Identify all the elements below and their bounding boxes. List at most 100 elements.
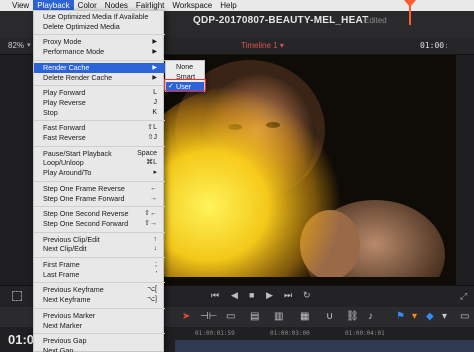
menu-item-label: Render Cache: [43, 62, 90, 72]
replace-clip-icon[interactable]: ▦: [300, 311, 309, 322]
menu-shortcut: →: [150, 194, 157, 202]
menu-item-render-cache[interactable]: Render Cache ▶: [34, 62, 165, 73]
menu-item-performance-mode[interactable]: Performance Mode ▶: [34, 47, 165, 57]
snap-icon[interactable]: ∪: [326, 311, 333, 322]
menu-item-pause-start-playback[interactable]: Pause/Start Playback Space: [34, 149, 165, 159]
menu-item-delete-optimized-media[interactable]: Delete Optimized Media: [34, 22, 165, 32]
overwrite-clip-icon[interactable]: ▥: [274, 311, 283, 322]
menu-item-label: Performance Mode: [43, 47, 105, 57]
flag-color-icon[interactable]: ▾: [412, 311, 417, 322]
right-panel: [456, 55, 474, 285]
menu-item-label: Next Clip/Edit: [43, 244, 87, 254]
fullscreen-icon[interactable]: ⤢: [460, 291, 467, 302]
menu-shortcut: ⇧←: [144, 210, 157, 218]
menu-shortcut: ⇧L: [147, 124, 157, 132]
timeline-track-area[interactable]: [175, 340, 474, 352]
menu-item-play-around-to[interactable]: Play Around/To ▸: [34, 168, 165, 178]
menu-item-fast-forward[interactable]: Fast Forward ⇧L: [34, 123, 165, 133]
menu-item-label: Step One Frame Forward: [43, 193, 125, 203]
menu-item-next-clip-edit[interactable]: Next Clip/Edit ↓: [34, 244, 165, 254]
menu-item-next-gap[interactable]: Next Gap: [34, 346, 165, 352]
zoom-level[interactable]: 82%: [8, 41, 24, 50]
render-cache-option-none[interactable]: None: [166, 62, 204, 72]
submenu-arrow-icon: ▶: [152, 64, 157, 71]
menu-item-previous-marker[interactable]: Previous Marker: [34, 311, 165, 321]
menu-separator: [34, 257, 165, 258]
menu-item-label: Previous Keyframe: [43, 285, 104, 295]
zoom-timeline-icon[interactable]: ▭: [460, 311, 469, 322]
menu-item-previous-gap[interactable]: Previous Gap: [34, 336, 165, 346]
menu-shortcut: ←: [150, 184, 157, 192]
chevron-down-icon[interactable]: ▾: [27, 41, 31, 49]
menu-shortcut: ⌥[: [146, 286, 157, 294]
menu-item-label: Fast Forward: [43, 123, 86, 133]
trim-icon[interactable]: ⊣⊢: [200, 311, 217, 322]
menu-shortcut: ': [155, 270, 157, 278]
link-icon[interactable]: ⛓: [346, 311, 359, 322]
marker-color-icon[interactable]: ▾: [442, 311, 447, 322]
apple-menu-icon[interactable]: [0, 0, 8, 11]
menubar-item-view[interactable]: View: [8, 0, 33, 11]
menu-separator: [34, 59, 165, 61]
flag-icon[interactable]: ⚑: [396, 311, 405, 322]
menu-shortcut: ▸: [153, 169, 157, 177]
first-frame-icon[interactable]: ⏮: [211, 290, 219, 301]
reverse-icon[interactable]: ◀: [231, 290, 238, 301]
menu-item-label: Use Optimized Media If Available: [43, 12, 149, 21]
menu-item-label: Next Marker: [43, 320, 83, 330]
menu-item-stop[interactable]: Stop K: [34, 108, 165, 118]
chevron-down-icon[interactable]: ▾: [280, 41, 284, 50]
menu-item-previous-keyframe[interactable]: Previous Keyframe ⌥[: [34, 285, 165, 295]
menu-separator: [34, 231, 165, 233]
loop-icon[interactable]: ↻: [303, 290, 311, 301]
dynamic-trim-icon[interactable]: ▭: [226, 311, 235, 322]
menu-item-play-forward[interactable]: Play Forward L: [34, 88, 165, 98]
audio-level-icon[interactable]: ♪: [368, 311, 373, 322]
submenu-arrow-icon: ▶: [152, 39, 157, 46]
playback-menu: Use Optimized Media If Available Delete O…: [33, 10, 165, 352]
menu-item-proxy-mode[interactable]: Proxy Mode ▶: [34, 37, 165, 47]
menu-item-last-frame[interactable]: Last Frame ': [34, 270, 165, 280]
menu-item-next-keyframe[interactable]: Next Keyframe ⌥]: [34, 295, 165, 305]
menu-item-loop-unloop[interactable]: Loop/Unloop ⌘L: [34, 158, 165, 168]
play-icon[interactable]: ▶: [266, 290, 273, 301]
menubar-item-help[interactable]: Help: [216, 0, 240, 11]
menu-item-label: Play Reverse: [43, 97, 86, 107]
menu-item-first-frame[interactable]: First Frame;: [34, 260, 165, 270]
menu-item-step-one-second-reverse[interactable]: Step One Second Reverse ⇧←: [34, 209, 165, 219]
menu-item-label: Step One Second Reverse: [43, 209, 129, 219]
render-cache-option-label: None: [176, 62, 194, 71]
menu-item-fast-reverse[interactable]: Fast Reverse ⇧J: [34, 133, 165, 143]
menu-item-label: Fast Reverse: [43, 133, 86, 142]
menu-item-previous-clip-edit[interactable]: Previous Clip/Edit ↑: [34, 235, 165, 245]
timeline-marker-icon[interactable]: [12, 291, 22, 301]
menu-item-label: Play Forward: [43, 88, 86, 98]
menu-separator: [34, 282, 165, 284]
selection-icon[interactable]: ➤: [182, 311, 190, 322]
menu-item-step-one-frame-reverse[interactable]: Step One Frame Reverse ←: [34, 184, 165, 194]
menu-item-step-one-frame-forward[interactable]: Step One Frame Forward →: [34, 194, 165, 204]
next-frame-icon[interactable]: ⏭: [284, 290, 292, 301]
ruler-timecode: 01:00:01:59: [195, 330, 235, 337]
menu-separator: [34, 206, 165, 208]
menu-item-label: Delete Render Cache: [43, 72, 113, 82]
menu-shortcut: ⇧→: [144, 219, 157, 227]
menu-item-step-one-second-forward[interactable]: Step One Second Forward ⇧→: [34, 219, 165, 229]
timeline-name[interactable]: Timeline 1 ▾: [241, 41, 284, 50]
ruler-timecode: 01:00:04:01: [345, 330, 385, 337]
menu-item-delete-render-cache[interactable]: Delete Render Cache ▶: [34, 73, 165, 83]
menu-item-use-optimized-media-if-available[interactable]: Use Optimized Media If Available: [34, 12, 165, 22]
menu-item-next-marker[interactable]: Next Marker: [34, 321, 165, 331]
menu-item-label: Loop/Unloop: [43, 158, 84, 168]
menu-item-play-reverse[interactable]: Play Reverse J: [34, 98, 165, 108]
menu-shortcut: ↑: [153, 235, 158, 243]
menu-shortcut: ↓: [153, 245, 158, 253]
menubar-item-workspace[interactable]: Workspace: [168, 0, 216, 11]
marker-icon[interactable]: ◆: [426, 311, 434, 322]
insert-clip-icon[interactable]: ▤: [250, 311, 259, 322]
menu-shortcut: ;: [155, 261, 157, 268]
stop-icon[interactable]: ■: [249, 290, 254, 300]
playhead-handle-icon[interactable]: [404, 0, 416, 7]
menu-separator: [34, 180, 165, 182]
edited-label: Edited: [364, 16, 387, 25]
